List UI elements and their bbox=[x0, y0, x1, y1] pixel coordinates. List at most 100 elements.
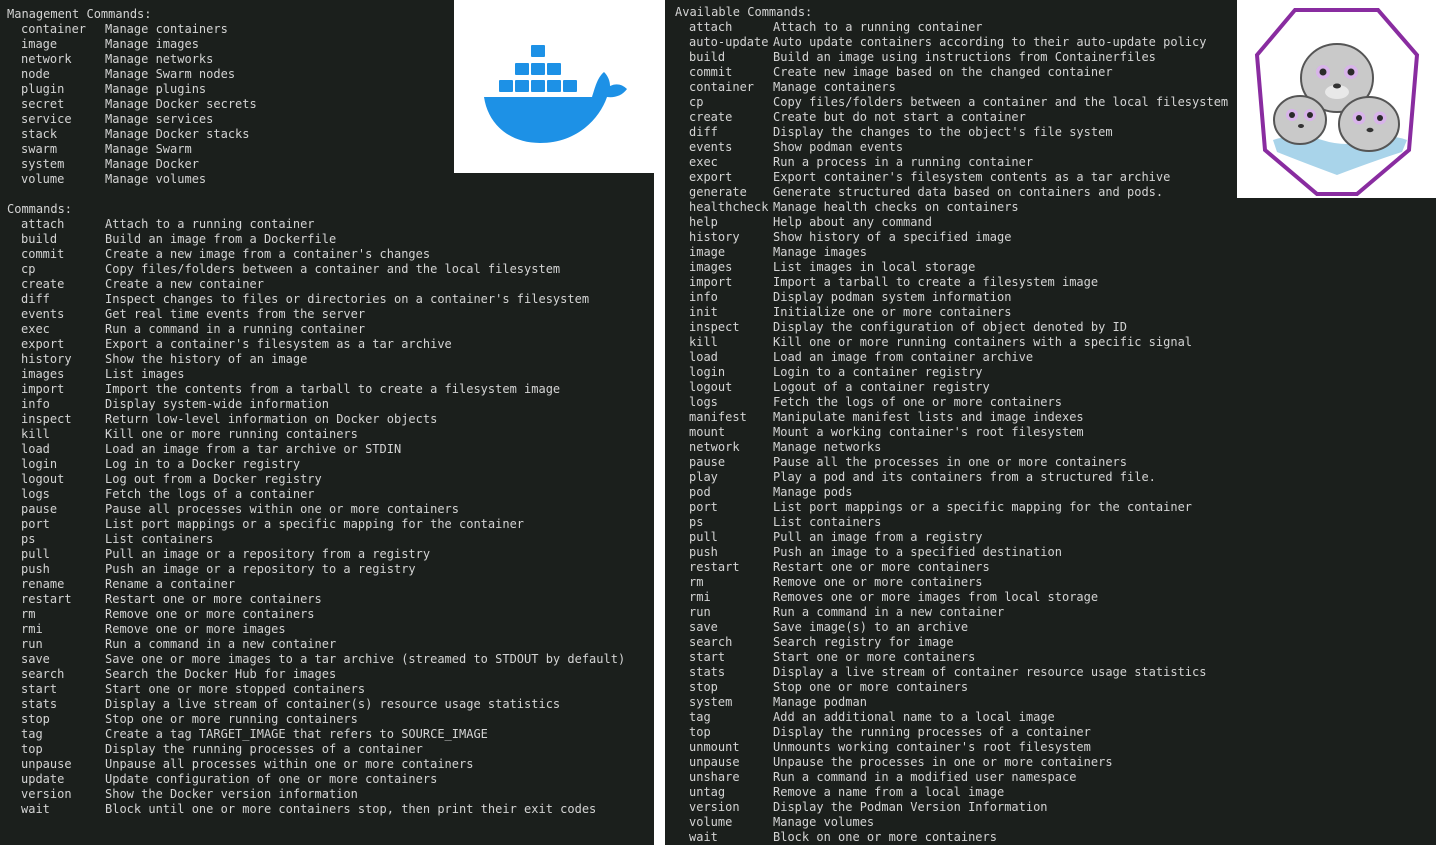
command-name: logs bbox=[21, 487, 50, 501]
docker-command-row-unpause: unpause Unpause all processes within one … bbox=[21, 757, 761, 772]
command-name: unpause bbox=[689, 755, 740, 769]
command-name: rm bbox=[689, 575, 704, 589]
command-name: swarm bbox=[21, 142, 58, 156]
command-name: version bbox=[689, 800, 740, 814]
command-description: Stop one or more running containers bbox=[105, 712, 358, 726]
docker-logo-box bbox=[454, 0, 654, 173]
command-name: image bbox=[689, 245, 726, 259]
command-description: Log out from a Docker registry bbox=[105, 472, 322, 486]
command-name: export bbox=[21, 337, 65, 351]
docker-command-row-events: events Get real time events from the serv… bbox=[21, 307, 761, 322]
command-name: inspect bbox=[21, 412, 72, 426]
podman-command-row-inspect: inspect Display the configuration of obje… bbox=[689, 320, 1429, 335]
command-name: port bbox=[689, 500, 718, 514]
command-description: Build an image from a Dockerfile bbox=[105, 232, 337, 246]
command-description: Play a pod and its containers from a str… bbox=[773, 470, 1156, 484]
command-description: Remove one or more images bbox=[105, 622, 286, 636]
command-description: Block on one or more containers bbox=[773, 830, 997, 844]
command-description: Manage images bbox=[773, 245, 867, 259]
command-name: search bbox=[689, 635, 733, 649]
command-name: restart bbox=[689, 560, 740, 574]
command-description: Manage pods bbox=[773, 485, 853, 499]
docker-command-row-stats: stats Display a live stream of container(… bbox=[21, 697, 761, 712]
podman-command-row-rmi: rmi Removes one or more images from local… bbox=[689, 590, 1429, 605]
podman-command-row-untag: untag Remove a name from a local image bbox=[689, 785, 1429, 800]
command-name: push bbox=[21, 562, 50, 576]
command-name: export bbox=[689, 170, 733, 184]
command-name: stop bbox=[689, 680, 718, 694]
command-name: attach bbox=[21, 217, 65, 231]
podman-command-row-import: import Import a tarball to create a files… bbox=[689, 275, 1429, 290]
command-description: Push an image to a specified destination bbox=[773, 545, 1062, 559]
command-description: Login to a container registry bbox=[773, 365, 983, 379]
podman-command-row-network: network Manage networks bbox=[689, 440, 1429, 455]
command-description: Initialize one or more containers bbox=[773, 305, 1012, 319]
command-name: info bbox=[689, 290, 718, 304]
podman-command-row-run: run Run a command in a new container bbox=[689, 605, 1429, 620]
command-description: Show history of a specified image bbox=[773, 230, 1012, 244]
podman-command-row-image: image Manage images bbox=[689, 245, 1429, 260]
podman-command-row-system: system Manage podman bbox=[689, 695, 1429, 710]
podman-command-row-wait: wait Block on one or more containers bbox=[689, 830, 1429, 845]
command-description: Restart one or more containers bbox=[105, 592, 322, 606]
command-name: help bbox=[689, 215, 718, 229]
command-name: volume bbox=[21, 172, 65, 186]
command-name: import bbox=[689, 275, 733, 289]
docker-command-row-export: export Export a container's filesystem as… bbox=[21, 337, 761, 352]
podman-command-row-history: history Show history of a specified image bbox=[689, 230, 1429, 245]
command-description: Restart one or more containers bbox=[773, 560, 990, 574]
command-name: search bbox=[21, 667, 65, 681]
command-name: mount bbox=[689, 425, 726, 439]
command-description: Manage health checks on containers bbox=[773, 200, 1019, 214]
command-name: play bbox=[689, 470, 718, 484]
docker-command-row-start: start Start one or more stopped container… bbox=[21, 682, 761, 697]
command-description: Display the Podman Version Information bbox=[773, 800, 1048, 814]
docker-command-row-images: images List images bbox=[21, 367, 761, 382]
command-description: Run a command in a modified user namespa… bbox=[773, 770, 1077, 784]
command-description: Push an image or a repository to a regis… bbox=[105, 562, 416, 576]
command-description: Removes one or more images from local st… bbox=[773, 590, 1099, 604]
command-description: Show the Docker version information bbox=[105, 787, 358, 801]
docker-command-row-pause: pause Pause all processes within one or m… bbox=[21, 502, 761, 517]
podman-command-row-unshare: unshare Run a command in a modified user … bbox=[689, 770, 1429, 785]
command-description: Export container's filesystem contents a… bbox=[773, 170, 1171, 184]
command-name: rmi bbox=[21, 622, 43, 636]
command-description: Attach to a running container bbox=[773, 20, 983, 34]
podman-logo-box bbox=[1237, 0, 1436, 198]
management-commands-heading: Management Commands: bbox=[7, 7, 152, 21]
command-name: rm bbox=[21, 607, 36, 621]
podman-command-row-unmount: unmount Unmounts working container's root… bbox=[689, 740, 1429, 755]
command-name: login bbox=[21, 457, 58, 471]
command-name: stop bbox=[21, 712, 50, 726]
command-name: container bbox=[21, 22, 87, 36]
command-description: Display a live stream of container(s) re… bbox=[105, 697, 561, 711]
command-name: commit bbox=[689, 65, 733, 79]
command-description: Display the changes to the object's file… bbox=[773, 125, 1113, 139]
docker-command-row-top: top Display the running processes of a co… bbox=[21, 742, 761, 757]
command-name: create bbox=[689, 110, 733, 124]
command-description: Create new image based on the changed co… bbox=[773, 65, 1113, 79]
command-description: Import the contents from a tarball to cr… bbox=[105, 382, 561, 396]
command-name: cp bbox=[21, 262, 36, 276]
command-name: ps bbox=[689, 515, 704, 529]
command-description: List images bbox=[105, 367, 185, 381]
podman-seals-icon bbox=[1254, 8, 1420, 196]
command-name: logout bbox=[689, 380, 733, 394]
command-description: Copy files/folders between a container a… bbox=[105, 262, 561, 276]
command-name: logs bbox=[689, 395, 718, 409]
command-name: pause bbox=[689, 455, 726, 469]
command-description: Show the history of an image bbox=[105, 352, 308, 366]
podman-command-row-pause: pause Pause all the processes in one or m… bbox=[689, 455, 1429, 470]
command-name: stats bbox=[689, 665, 726, 679]
command-description: Save image(s) to an archive bbox=[773, 620, 969, 634]
docker-command-row-login: login Log in to a Docker registry bbox=[21, 457, 761, 472]
podman-command-row-push: push Push an image to a specified destina… bbox=[689, 545, 1429, 560]
command-description: Search the Docker Hub for images bbox=[105, 667, 337, 681]
command-name: untag bbox=[689, 785, 726, 799]
podman-command-row-play: play Play a pod and its containers from a… bbox=[689, 470, 1429, 485]
docker-command-row-rm: rm Remove one or more containers bbox=[21, 607, 761, 622]
command-description: List containers bbox=[773, 515, 882, 529]
podman-command-row-start: start Start one or more containers bbox=[689, 650, 1429, 665]
docker-command-row-kill: kill Kill one or more running containers bbox=[21, 427, 761, 442]
command-name: init bbox=[689, 305, 718, 319]
